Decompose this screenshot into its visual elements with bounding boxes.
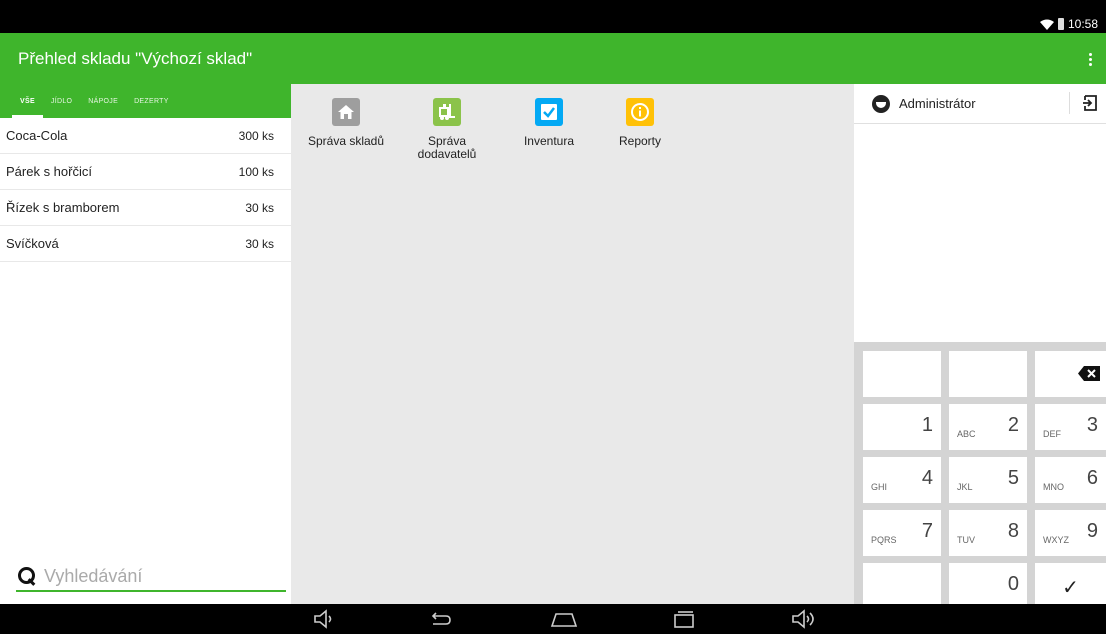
category-tabs: VŠE JÍDLO NÁPOJE DEZERTY — [0, 84, 291, 118]
recent-apps-icon[interactable] — [672, 609, 696, 629]
system-nav-bar — [0, 604, 1106, 634]
battery-icon — [1057, 18, 1064, 30]
user-name: Administrátor — [899, 96, 976, 111]
search-input[interactable] — [44, 565, 274, 587]
tab-desserts[interactable]: DEZERTY — [126, 84, 177, 118]
tab-drinks[interactable]: NÁPOJE — [80, 84, 126, 118]
tile-supplier-management[interactable]: Správa dodavatelů — [399, 98, 495, 161]
item-name: Svíčková — [6, 236, 59, 251]
key-1[interactable]: 1 — [863, 404, 941, 450]
tile-label: Inventura — [523, 134, 575, 148]
key-4[interactable]: GHI 4 — [863, 457, 941, 503]
forklift-icon — [433, 98, 461, 126]
stock-list: Coca-Cola 300 ks Párek s hořčicí 100 ks … — [0, 118, 291, 262]
item-name: Párek s hořčicí — [6, 164, 92, 179]
list-item[interactable]: Coca-Cola 300 ks — [0, 118, 291, 154]
volume-down-icon[interactable] — [312, 609, 336, 629]
tile-label: Správa dodavatelů — [417, 134, 477, 161]
overflow-menu-icon[interactable] — [1082, 47, 1098, 71]
key-2[interactable]: ABC 2 — [949, 404, 1027, 450]
item-name: Coca-Cola — [6, 128, 68, 143]
key-blank[interactable] — [863, 563, 941, 604]
checkbox-icon — [535, 98, 563, 126]
key-5[interactable]: JKL 5 — [949, 457, 1027, 503]
tile-label: Reporty — [618, 134, 662, 148]
tile-label: Správa skladů — [307, 134, 385, 148]
page-title: Přehled skladu "Výchozí sklad" — [18, 49, 253, 68]
numeric-keypad: 1 ABC 2 DEF 3 GHI 4 JKL 5 MNO 6 PQRS 7 T… — [854, 342, 1106, 604]
key-backspace[interactable] — [1035, 351, 1106, 397]
back-icon[interactable] — [428, 609, 452, 629]
home-icon — [332, 98, 360, 126]
tile-reports[interactable]: Reporty — [592, 98, 688, 148]
app-bar: Přehled skladu "Výchozí sklad" — [0, 33, 1106, 84]
key-3[interactable]: DEF 3 — [1035, 404, 1106, 450]
list-item[interactable]: Párek s hořčicí 100 ks — [0, 154, 291, 190]
home-nav-icon[interactable] — [550, 609, 578, 629]
item-quantity: 30 ks — [245, 236, 274, 251]
list-item[interactable]: Řízek s bramborem 30 ks — [0, 190, 291, 226]
key-confirm[interactable]: ✓ — [1035, 563, 1106, 604]
item-name: Řízek s bramborem — [6, 200, 120, 215]
tile-inventory[interactable]: Inventura — [501, 98, 597, 148]
key-7[interactable]: PQRS 7 — [863, 510, 941, 556]
wifi-icon — [1039, 19, 1054, 30]
item-quantity: 100 ks — [238, 164, 274, 179]
divider — [1069, 92, 1070, 114]
info-icon — [626, 98, 654, 126]
user-keypad-panel: Administrátor 1 ABC 2 DEF 3 GHI 4 JKL 5 — [854, 84, 1106, 604]
status-bar: 10:58 — [0, 0, 1106, 33]
volume-up-icon[interactable] — [790, 609, 818, 629]
checkmark-icon: ✓ — [1062, 577, 1079, 599]
clock: 10:58 — [1067, 17, 1098, 31]
item-quantity: 300 ks — [238, 128, 274, 143]
key-6[interactable]: MNO 6 — [1035, 457, 1106, 503]
key-blank[interactable] — [949, 351, 1027, 397]
tab-all[interactable]: VŠE — [12, 84, 43, 118]
tile-warehouse-management[interactable]: Správa skladů — [298, 98, 394, 148]
tab-food[interactable]: JÍDLO — [43, 84, 80, 118]
module-tiles-area: Správa skladů Správa dodavatelů Inventur… — [291, 84, 854, 604]
stock-panel: VŠE JÍDLO NÁPOJE DEZERTY Coca-Cola 300 k… — [0, 84, 291, 604]
user-avatar-icon — [872, 94, 890, 113]
key-8[interactable]: TUV 8 — [949, 510, 1027, 556]
search-icon — [16, 565, 38, 587]
key-0[interactable]: 0 — [949, 563, 1027, 604]
key-9[interactable]: WXYZ 9 — [1035, 510, 1106, 556]
list-item[interactable]: Svíčková 30 ks — [0, 226, 291, 262]
logout-icon[interactable] — [1082, 95, 1098, 111]
key-blank[interactable] — [863, 351, 941, 397]
search-box — [16, 562, 286, 592]
backspace-icon — [1078, 366, 1100, 381]
status-indicators: 10:58 — [1039, 17, 1098, 31]
item-quantity: 30 ks — [245, 200, 274, 215]
